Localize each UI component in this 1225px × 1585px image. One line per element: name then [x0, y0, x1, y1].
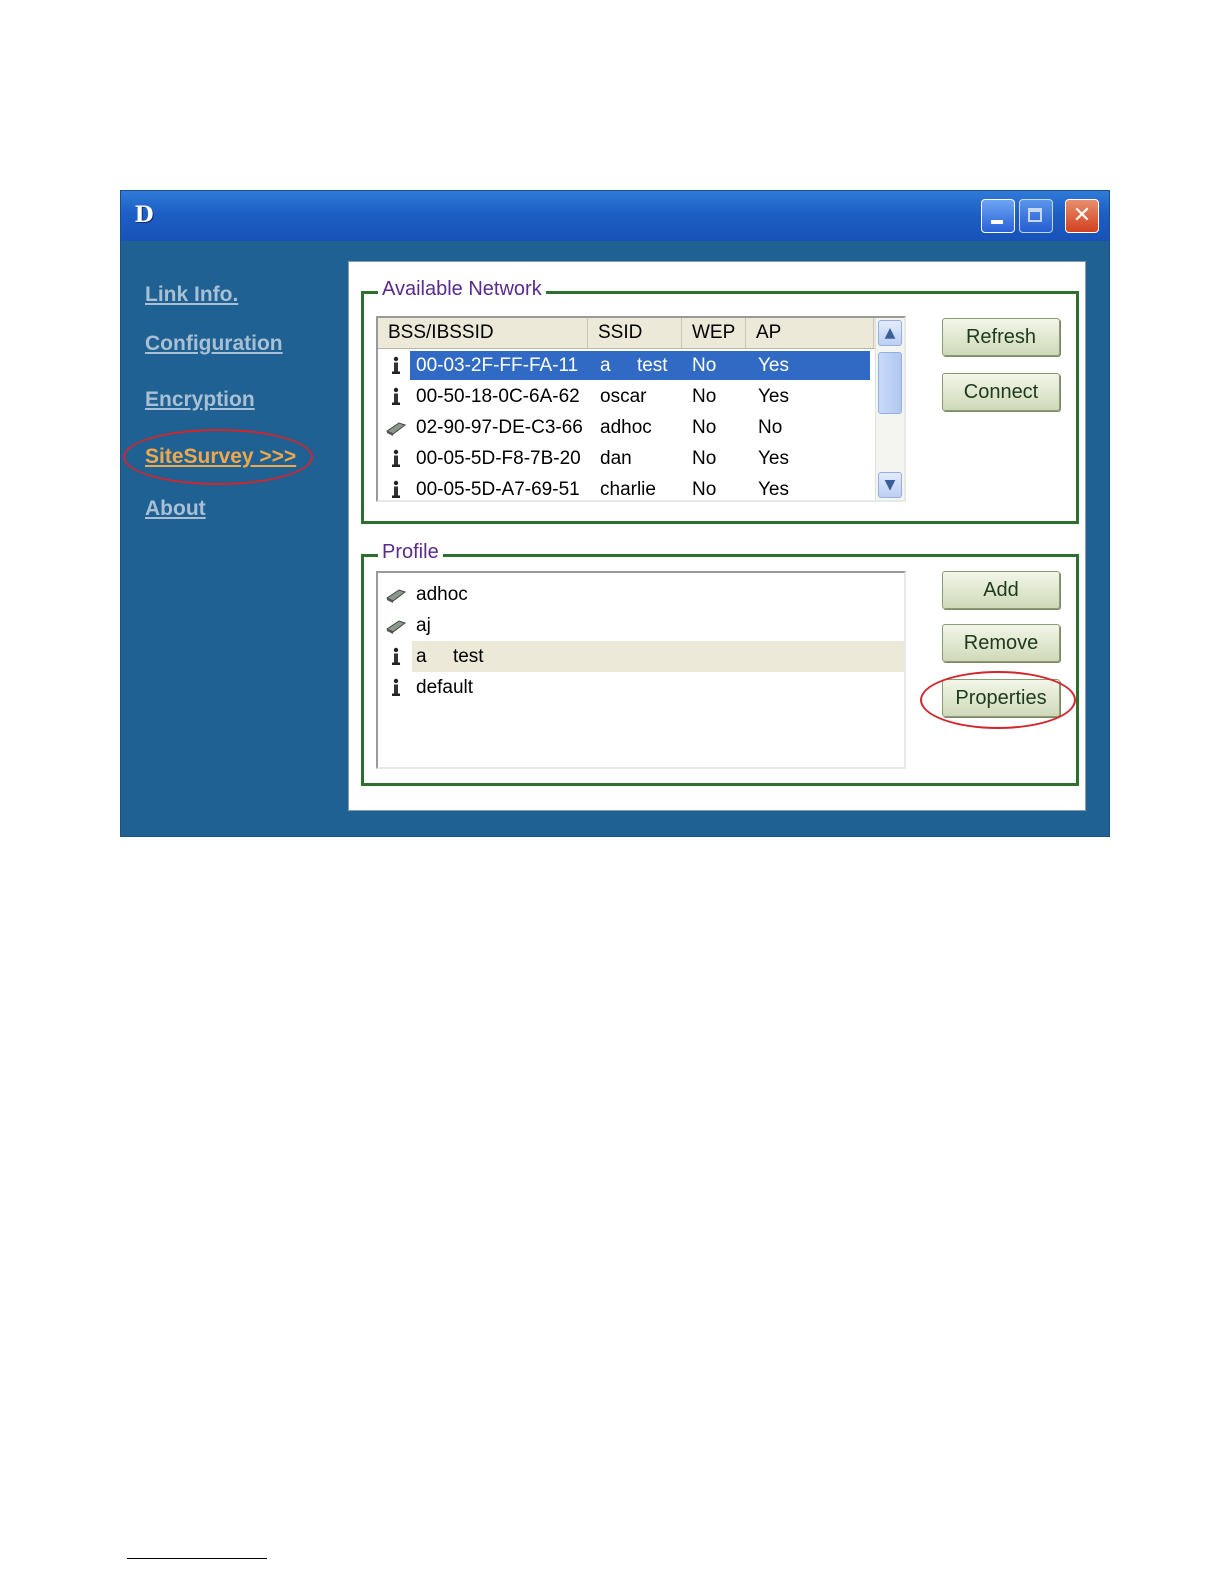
infrastructure-icon: [392, 480, 400, 498]
scroll-up-button[interactable]: ▲: [878, 320, 902, 346]
column-ssid[interactable]: SSID: [588, 318, 682, 348]
cell-ap: Yes: [758, 479, 789, 500]
infrastructure-icon: [392, 678, 400, 696]
annotation-ellipse-sitesurvey: [123, 429, 313, 485]
infrastructure-icon: [392, 647, 400, 665]
cell-ssid: oscar: [600, 386, 647, 407]
profile-group: Profile adhoc aj a test default Add Remo…: [361, 541, 1079, 786]
network-list-scrollbar[interactable]: ▲ ▼: [875, 318, 904, 500]
main-panel: Available Network BSS/IBSSID SSID WEP AP…: [348, 261, 1086, 811]
network-list-header: BSS/IBSSID SSID WEP AP: [378, 318, 904, 349]
available-network-group: Available Network BSS/IBSSID SSID WEP AP…: [361, 278, 1079, 524]
cell-ap: Yes: [758, 386, 789, 407]
profile-item[interactable]: default: [378, 672, 904, 703]
refresh-button[interactable]: Refresh: [942, 318, 1060, 356]
maximize-button[interactable]: [1019, 199, 1053, 233]
column-bssid[interactable]: BSS/IBSSID: [378, 318, 588, 348]
infrastructure-icon: [392, 449, 400, 467]
chevron-up-icon: ▲: [884, 325, 896, 341]
app-logo-icon: D: [134, 202, 154, 228]
chevron-down-icon: ▼: [884, 477, 896, 493]
cell-ap: Yes: [758, 355, 789, 376]
scroll-thumb[interactable]: [878, 352, 902, 414]
profile-list[interactable]: adhoc aj a test default: [376, 571, 906, 769]
cell-wep: No: [692, 386, 717, 407]
cell-ssid: dan: [600, 448, 632, 469]
adhoc-icon: [386, 422, 406, 436]
nav-about[interactable]: About: [145, 497, 206, 521]
profile-title: Profile: [378, 541, 443, 564]
network-row[interactable]: 00-05-5D-F8-7B-20 dan No Yes: [378, 443, 904, 474]
available-network-title: Available Network: [378, 278, 546, 301]
profile-name: a test: [416, 646, 484, 667]
cell-ssid: charlie: [600, 479, 656, 500]
cell-bssid: 00-03-2F-FF-FA-11: [416, 355, 579, 376]
nav-configuration[interactable]: Configuration: [145, 332, 283, 356]
profile-name: adhoc: [416, 584, 468, 605]
profile-name: aj: [416, 615, 431, 636]
scroll-down-button[interactable]: ▼: [878, 472, 902, 498]
cell-wep: No: [692, 417, 717, 438]
network-list[interactable]: BSS/IBSSID SSID WEP AP 00-03-2F-FF-FA-11…: [376, 316, 906, 502]
cell-bssid: 02-90-97-DE-C3-66: [416, 417, 583, 438]
cell-bssid: 00-50-18-0C-6A-62: [416, 386, 580, 407]
close-icon: ✕: [1072, 203, 1092, 228]
cell-wep: No: [692, 448, 717, 469]
network-row[interactable]: 00-50-18-0C-6A-62 oscar No Yes: [378, 381, 904, 412]
network-row[interactable]: 00-03-2F-FF-FA-11 a test No Yes: [378, 350, 904, 381]
title-bar[interactable]: D ✕: [121, 191, 1109, 241]
annotation-ellipse-properties: [920, 671, 1076, 729]
close-button[interactable]: ✕: [1065, 199, 1099, 233]
infrastructure-icon: [392, 356, 400, 374]
nav-encryption[interactable]: Encryption: [145, 388, 255, 412]
profile-name: default: [416, 677, 474, 698]
network-row[interactable]: 00-05-5D-A7-69-51 charlie No Yes: [378, 474, 904, 500]
app-window: D ✕ Link Info. Configuration Encryption …: [120, 190, 1110, 837]
adhoc-icon: [386, 589, 406, 603]
cell-ap: Yes: [758, 448, 789, 469]
cell-wep: No: [692, 479, 717, 500]
nav-link-info[interactable]: Link Info.: [145, 283, 238, 307]
cell-wep: No: [692, 355, 717, 376]
network-row[interactable]: 02-90-97-DE-C3-66 adhoc No No: [378, 412, 904, 443]
remove-button[interactable]: Remove: [942, 624, 1060, 662]
cell-bssid: 00-05-5D-F8-7B-20: [416, 448, 581, 469]
profile-item[interactable]: adhoc: [378, 579, 904, 610]
footnote-rule: [127, 1558, 267, 1559]
column-wep[interactable]: WEP: [682, 318, 746, 348]
minimize-button[interactable]: [981, 199, 1015, 233]
profile-item[interactable]: aj: [378, 610, 904, 641]
profile-row-highlight: [412, 641, 904, 672]
cell-bssid: 00-05-5D-A7-69-51: [416, 479, 580, 500]
add-button[interactable]: Add: [942, 571, 1060, 609]
connect-button[interactable]: Connect: [942, 373, 1060, 411]
cell-ap: No: [758, 417, 783, 438]
adhoc-icon: [386, 620, 406, 634]
column-ap[interactable]: AP: [746, 318, 874, 348]
cell-ssid: adhoc: [600, 417, 652, 438]
profile-item[interactable]: a test: [378, 641, 904, 672]
infrastructure-icon: [392, 387, 400, 405]
cell-ssid: a test: [600, 355, 668, 376]
